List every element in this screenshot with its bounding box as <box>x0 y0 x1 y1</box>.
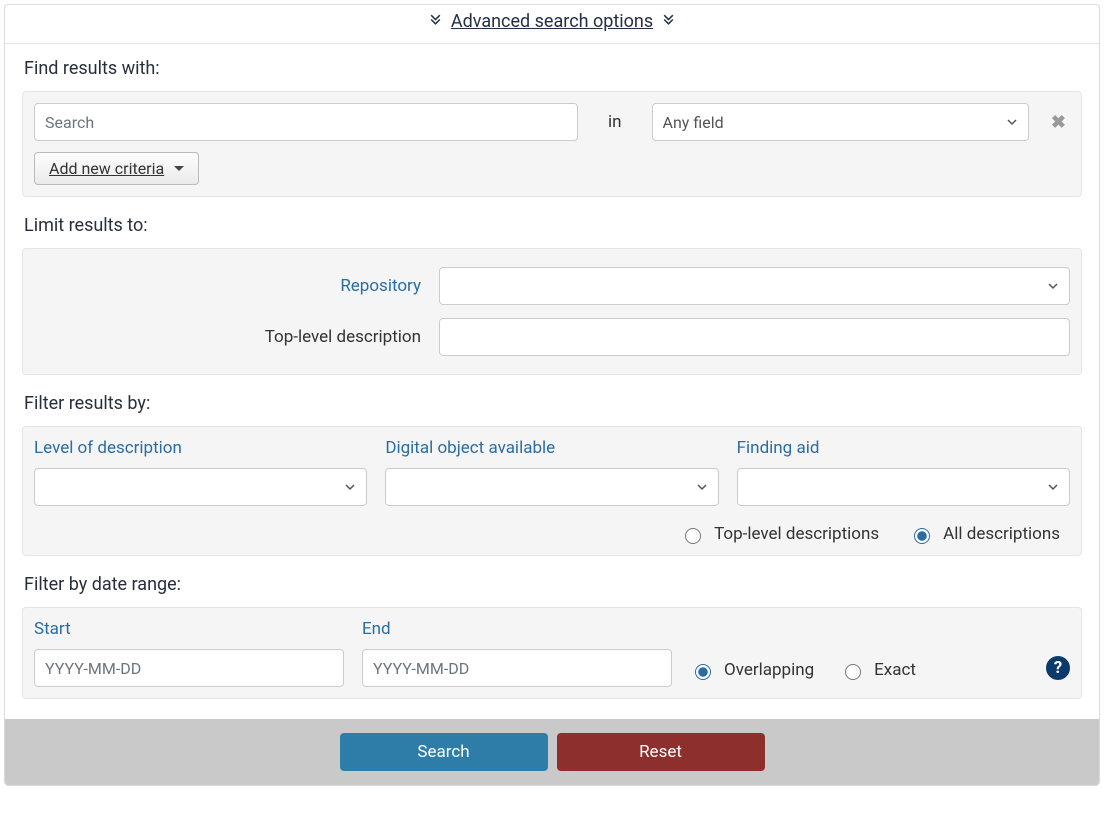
top-level-description-input[interactable] <box>439 318 1070 356</box>
section-find-results-label: Find results with: <box>24 58 1082 79</box>
all-descriptions-label: All descriptions <box>943 524 1060 544</box>
repository-row: Repository <box>34 267 1070 305</box>
level-col: Level of description <box>34 438 367 506</box>
search-input[interactable] <box>34 103 578 141</box>
description-scope-radios: Top-level descriptions All descriptions <box>34 524 1070 544</box>
date-well: Start End Overlapping Exact <box>22 607 1082 699</box>
top-level-row: Top-level description <box>34 318 1070 356</box>
exact-radio-group[interactable]: Exact <box>840 660 916 680</box>
section-filter-date-label: Filter by date range: <box>24 574 1082 595</box>
end-date-col: End <box>362 619 672 687</box>
section-limit-results-label: Limit results to: <box>24 215 1082 236</box>
top-level-descriptions-radio-group[interactable]: Top-level descriptions <box>680 524 879 544</box>
chevron-down-double-icon <box>429 13 442 30</box>
caret-down-icon <box>174 166 184 171</box>
all-descriptions-radio-group[interactable]: All descriptions <box>909 524 1060 544</box>
help-icon[interactable]: ? <box>1046 656 1070 680</box>
exact-radio[interactable] <box>845 664 861 680</box>
section-filter-results-label: Filter results by: <box>24 393 1082 414</box>
repository-select[interactable] <box>439 267 1070 305</box>
add-criteria-row: Add new criteria <box>34 152 1070 185</box>
reset-button[interactable]: Reset <box>557 733 765 771</box>
end-date-input[interactable] <box>362 649 672 687</box>
date-mode-radios: Overlapping Exact <box>690 660 1028 687</box>
level-of-description-select[interactable] <box>34 468 367 506</box>
chevron-down-double-icon <box>662 13 675 30</box>
overlapping-radio[interactable] <box>695 664 711 680</box>
overlapping-label: Overlapping <box>724 660 814 680</box>
start-date-col: Start <box>34 619 344 687</box>
criteria-row: in Any field ✖ <box>34 103 1070 141</box>
field-select[interactable]: Any field <box>652 103 1029 141</box>
top-level-descriptions-radio[interactable] <box>685 528 701 544</box>
remove-criteria-button[interactable]: ✖ <box>1041 112 1070 133</box>
in-label: in <box>590 112 640 132</box>
advanced-options-toggle[interactable]: Advanced search options <box>451 11 653 32</box>
date-row: Start End Overlapping Exact <box>34 619 1070 687</box>
advanced-search-panel: Advanced search options Find results wit… <box>4 4 1100 786</box>
top-level-descriptions-label: Top-level descriptions <box>714 524 879 544</box>
filter-grid: Level of description Digital object avai… <box>34 438 1070 506</box>
criteria-well: in Any field ✖ Add new criteria <box>22 91 1082 197</box>
overlapping-radio-group[interactable]: Overlapping <box>690 660 814 680</box>
finding-aid-select[interactable] <box>737 468 1070 506</box>
start-date-label: Start <box>34 619 344 639</box>
digital-col: Digital object available <box>385 438 718 506</box>
panel-header: Advanced search options <box>5 5 1099 44</box>
close-icon: ✖ <box>1051 112 1066 133</box>
all-descriptions-radio[interactable] <box>914 528 930 544</box>
exact-label: Exact <box>874 660 916 680</box>
finding-aid-col: Finding aid <box>737 438 1070 506</box>
search-button[interactable]: Search <box>340 733 548 771</box>
start-date-input[interactable] <box>34 649 344 687</box>
digital-object-label: Digital object available <box>385 438 718 458</box>
limit-well: Repository Top-level description <box>22 248 1082 375</box>
panel-body: Find results with: in Any field ✖ Add <box>5 44 1099 699</box>
level-of-description-label: Level of description <box>34 438 367 458</box>
footer: Search Reset <box>5 719 1099 785</box>
filter-well: Level of description Digital object avai… <box>22 426 1082 556</box>
top-level-description-label: Top-level description <box>34 327 439 347</box>
add-new-criteria-button[interactable]: Add new criteria <box>34 152 199 185</box>
finding-aid-label: Finding aid <box>737 438 1070 458</box>
add-new-criteria-label: Add new criteria <box>49 159 164 178</box>
repository-label: Repository <box>34 276 439 296</box>
end-date-label: End <box>362 619 672 639</box>
digital-object-select[interactable] <box>385 468 718 506</box>
